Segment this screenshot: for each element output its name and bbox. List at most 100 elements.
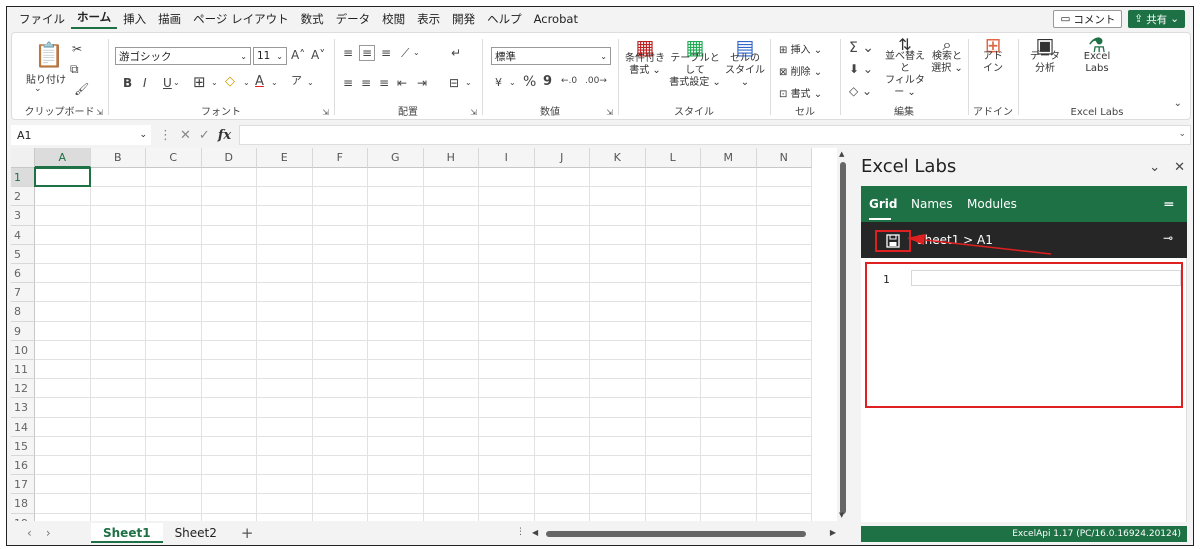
menu-tab-5[interactable]: 数式: [295, 11, 330, 27]
chevron-down-icon[interactable]: ⌄: [211, 79, 218, 87]
scroll-down-icon[interactable]: ▼: [839, 511, 844, 519]
horizontal-scrollbar[interactable]: ⋮ ◀ ▶: [516, 527, 836, 538]
row-header[interactable]: 13: [11, 398, 35, 418]
row-header[interactable]: 11: [11, 360, 35, 380]
chevron-down-icon[interactable]: ⌄: [307, 79, 314, 87]
data-analysis-button[interactable]: ▣ データ 分析: [1023, 35, 1067, 75]
paste-icon[interactable]: 📋: [34, 43, 64, 67]
format-painter-icon[interactable]: 🖌: [74, 83, 89, 95]
save-button[interactable]: [875, 230, 911, 252]
code-input[interactable]: [911, 270, 1181, 286]
column-header[interactable]: I: [479, 148, 535, 168]
sheet-tab-sheet2[interactable]: Sheet2: [163, 523, 229, 543]
row-header[interactable]: 10: [11, 340, 35, 360]
addins-button[interactable]: ⊞ アド イン: [973, 35, 1013, 75]
row-header[interactable]: 18: [11, 494, 35, 514]
pin-icon[interactable]: ⊸: [1163, 231, 1173, 245]
font-name-select[interactable]: 游ゴシック ⌄: [115, 47, 251, 65]
chevron-down-icon[interactable]: ⌄: [413, 49, 420, 57]
selected-cell[interactable]: [34, 167, 91, 188]
dialog-launcher-icon[interactable]: ⇲: [96, 108, 103, 117]
column-header[interactable]: G: [368, 148, 424, 168]
chevron-down-icon[interactable]: ⌄: [173, 79, 180, 87]
increase-decimal-icon[interactable]: ←.0: [561, 77, 577, 86]
prev-sheet-icon[interactable]: ‹: [27, 526, 32, 540]
row-header[interactable]: 8: [11, 302, 35, 322]
comma-button[interactable]: 9: [543, 75, 552, 88]
excel-labs-button[interactable]: ⚗ Excel Labs: [1075, 35, 1119, 75]
row-header[interactable]: 5: [11, 244, 35, 264]
nav-names[interactable]: Names: [911, 197, 953, 211]
column-header[interactable]: F: [312, 148, 368, 168]
decrease-indent-icon[interactable]: ⇤: [397, 77, 407, 89]
chevron-down-icon[interactable]: ⌄: [1149, 160, 1160, 175]
menu-tab-9[interactable]: 開発: [446, 11, 481, 27]
border-icon[interactable]: ⊞: [193, 75, 206, 90]
row-header[interactable]: 6: [11, 264, 35, 284]
menu-tab-2[interactable]: 挿入: [117, 11, 152, 27]
wrap-text-icon[interactable]: ↵: [451, 47, 461, 59]
cut-icon[interactable]: ✂: [72, 43, 82, 55]
align-middle-icon[interactable]: ≡: [359, 45, 376, 61]
confirm-icon[interactable]: ✓: [199, 128, 210, 143]
menu-tab-8[interactable]: 表示: [411, 11, 446, 27]
chevron-down-icon[interactable]: ⌄: [509, 79, 516, 87]
dialog-launcher-icon[interactable]: ⇲: [470, 108, 477, 117]
cancel-icon[interactable]: ✕: [180, 128, 191, 143]
italic-button[interactable]: I: [143, 77, 147, 89]
cell-styles-button[interactable]: ▤ セルの スタイル ⌄: [723, 37, 767, 89]
add-sheet-button[interactable]: +: [229, 524, 266, 542]
share-button[interactable]: ⇪ 共有 ⌄: [1128, 10, 1185, 28]
percent-button[interactable]: %: [523, 75, 536, 89]
find-select-button[interactable]: ⌕ 検索と 選択 ⌄: [929, 37, 965, 75]
phonetic-icon[interactable]: ア: [291, 75, 302, 86]
comment-button[interactable]: ▭ コメント: [1053, 10, 1123, 28]
chevron-down-icon[interactable]: ⌄: [34, 85, 42, 94]
copy-icon[interactable]: ⧉: [70, 63, 79, 75]
column-header[interactable]: H: [423, 148, 479, 168]
column-header[interactable]: J: [534, 148, 590, 168]
font-color-icon[interactable]: A: [255, 75, 264, 88]
row-header[interactable]: 16: [11, 456, 35, 476]
menu-tab-11[interactable]: Acrobat: [528, 12, 584, 26]
merge-center-icon[interactable]: ⊟: [449, 77, 459, 89]
formula-input[interactable]: ⌄: [239, 125, 1191, 145]
scroll-thumb[interactable]: [840, 162, 846, 514]
worksheet-grid[interactable]: A B C D E F G H I J K L M N 1 2 3 4 5 6 7 8 9 10 11 12 13 14 15 16 17 1…: [11, 148, 837, 521]
chevron-down-icon[interactable]: ⌄: [271, 79, 278, 87]
sort-filter-button[interactable]: ⇅ 並べ替えと フィルター ⌄: [883, 37, 927, 99]
currency-icon[interactable]: ¥: [495, 77, 502, 88]
column-header[interactable]: A: [35, 148, 91, 168]
column-header[interactable]: N: [756, 148, 812, 168]
autosum-icon[interactable]: Σ ⌄: [849, 41, 874, 55]
column-header[interactable]: L: [645, 148, 701, 168]
row-header[interactable]: 2: [11, 187, 35, 207]
column-header[interactable]: E: [257, 148, 313, 168]
row-header[interactable]: 7: [11, 283, 35, 303]
menu-tab-7[interactable]: 校閲: [376, 11, 411, 27]
align-left-icon[interactable]: ≡: [343, 77, 353, 89]
row-header[interactable]: 1: [11, 168, 35, 188]
fill-color-icon[interactable]: ◇: [225, 75, 235, 88]
align-bottom-icon[interactable]: ≡: [381, 47, 391, 59]
increase-indent-icon[interactable]: ⇥: [417, 77, 427, 89]
column-header[interactable]: B: [90, 148, 146, 168]
row-header[interactable]: 3: [11, 206, 35, 226]
row-header[interactable]: 17: [11, 475, 35, 495]
sheet-tab-sheet1[interactable]: Sheet1: [91, 523, 163, 543]
menu-tab-1[interactable]: ホーム: [71, 9, 118, 29]
menu-tab-4[interactable]: ページ レイアウト: [187, 11, 294, 27]
align-right-icon[interactable]: ≡: [379, 77, 389, 89]
font-size-select[interactable]: 11 ⌄: [253, 47, 287, 65]
dialog-launcher-icon[interactable]: ⇲: [606, 108, 613, 117]
fill-icon[interactable]: ⬇ ⌄: [849, 63, 873, 75]
orientation-icon[interactable]: ⟋: [401, 47, 409, 59]
insert-function-button[interactable]: fx: [218, 128, 231, 143]
row-header[interactable]: 15: [11, 436, 35, 456]
next-sheet-icon[interactable]: ›: [46, 526, 51, 540]
font-shrink-icon[interactable]: A˅: [311, 49, 325, 61]
clear-icon[interactable]: ◇ ⌄: [849, 85, 872, 97]
insert-cells-button[interactable]: ⊞ 挿入 ⌄: [779, 41, 822, 56]
format-cells-button[interactable]: ⊡ 書式 ⌄: [779, 85, 822, 100]
column-header[interactable]: K: [590, 148, 646, 168]
